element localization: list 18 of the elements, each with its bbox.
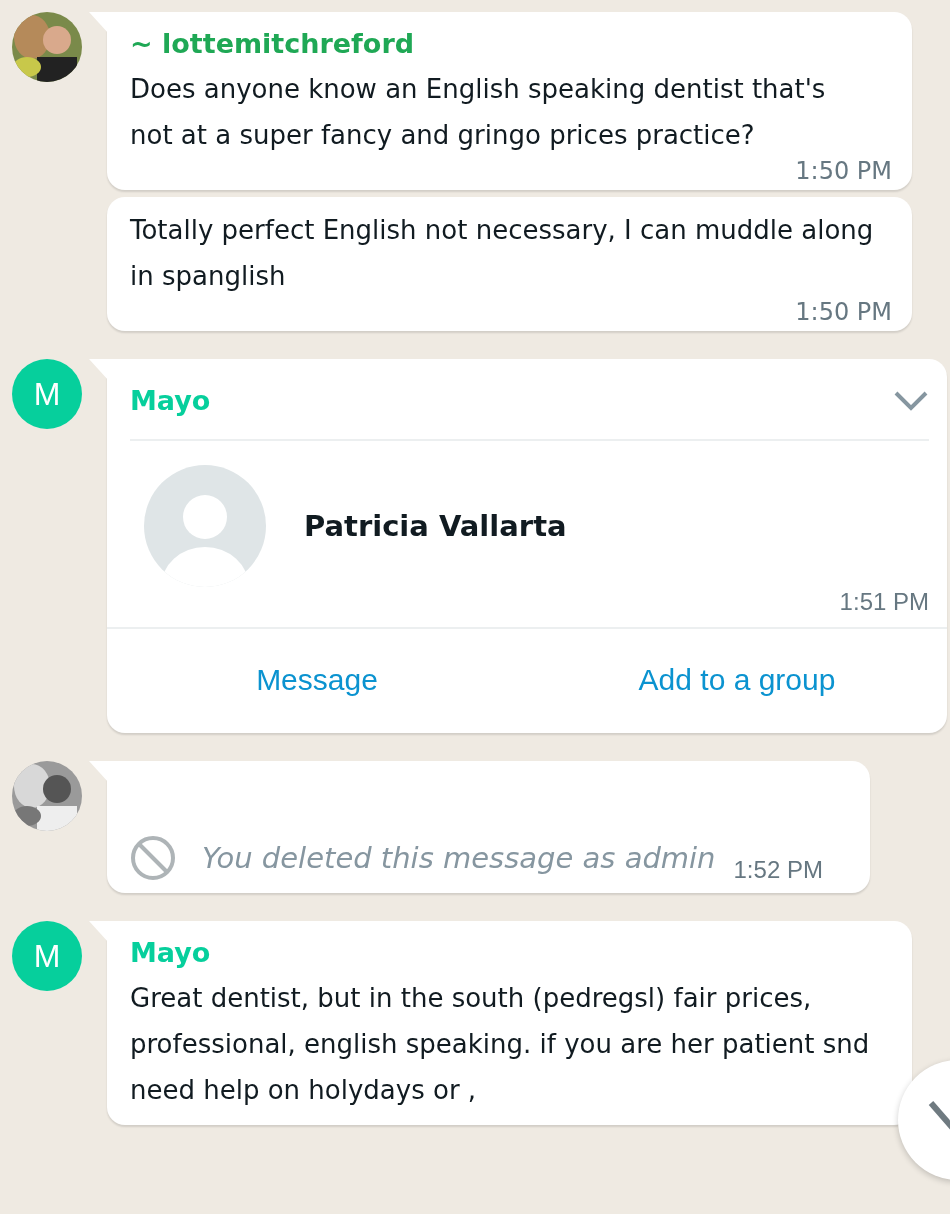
timestamp: 1:50 PM — [795, 299, 892, 325]
sender-name: ~ lottemitchreford — [130, 27, 415, 61]
deleted-message-text: You deleted this message as admin — [202, 840, 716, 877]
message-text: Does anyone know an English speaking dentist that's not at a super fancy and gringo prices practice? — [130, 73, 827, 152]
message-text: Great dentist, but in the south (pedregsl) fair prices, professional, english speaking. if you are her patient snd need help on holydays or , — [130, 982, 871, 1107]
contact-name: Patricia Vallarta — [304, 509, 567, 543]
sender-name: Mayo — [130, 936, 211, 970]
sender-name: Mayo — [130, 384, 211, 418]
ban-icon — [130, 835, 176, 881]
timestamp: 1:50 PM — [795, 158, 892, 184]
avatar: M — [12, 359, 82, 429]
timestamp: 1:51 PM — [839, 587, 929, 617]
timestamp: 1:52 PM — [733, 855, 823, 885]
message-text: Totally perfect English not necessary, I can muddle along in spanglish — [130, 214, 875, 293]
chevron-down-icon[interactable] — [893, 390, 929, 412]
contact-action-button[interactable]: Message — [107, 629, 527, 733]
avatar: M — [12, 921, 82, 991]
contact-action-button[interactable]: Add to a group — [527, 629, 947, 733]
